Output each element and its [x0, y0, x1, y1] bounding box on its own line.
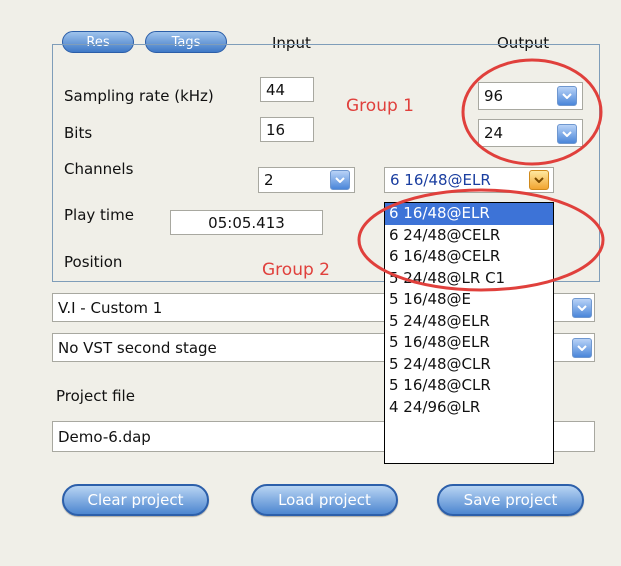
load-project-button[interactable]: Load project	[251, 484, 398, 516]
save-project-label: Save project	[463, 491, 558, 509]
save-project-button[interactable]: Save project	[437, 484, 584, 516]
clear-project-button[interactable]: Clear project	[62, 484, 209, 516]
load-project-label: Load project	[278, 491, 371, 509]
group1-ellipse	[461, 58, 603, 166]
annotation-ellipses	[357, 58, 605, 292]
group2-ellipse	[357, 188, 605, 292]
clear-project-label: Clear project	[87, 491, 184, 509]
